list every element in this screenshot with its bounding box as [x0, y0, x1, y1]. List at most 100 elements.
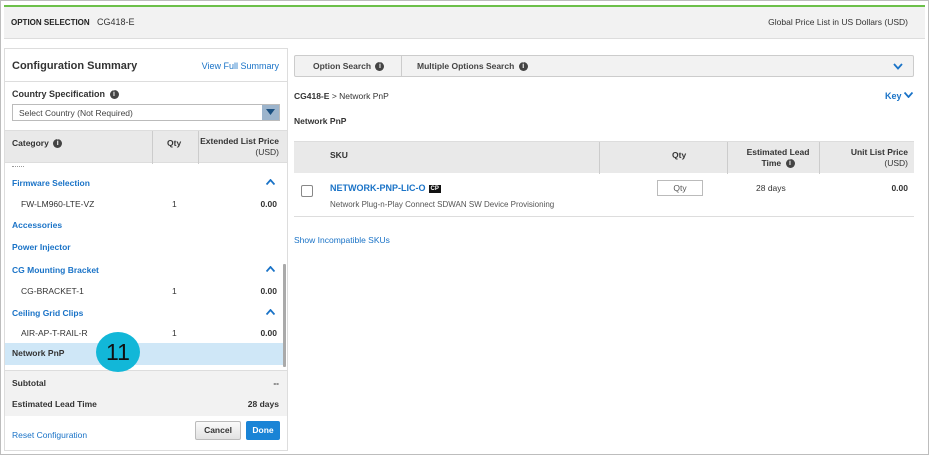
cancel-button[interactable]: Cancel [195, 421, 241, 440]
sku-description: Network Plug-n-Play Connect SDWAN SW Dev… [330, 200, 555, 209]
option-search-panel: Option Search i Multiple Options Search … [294, 55, 915, 445]
unit-price-column-header: Unit List Price (USD) [851, 147, 908, 169]
done-button[interactable]: Done [246, 421, 280, 440]
info-icon[interactable]: i [375, 62, 385, 72]
column-divider [727, 142, 728, 174]
divider [5, 81, 287, 82]
tab-divider [401, 56, 402, 76]
item-row: CG-BRACKET-1 1 0.00 [5, 281, 285, 301]
subtotal-value: -- [273, 378, 279, 388]
column-divider [198, 131, 199, 164]
chevron-down-icon[interactable] [893, 62, 903, 72]
sku-table-header: SKU Qty Estimated Lead Time i Unit List … [294, 141, 914, 174]
column-divider [819, 142, 820, 174]
unit-price-value: 0.00 [891, 183, 908, 193]
lead-time-column-header: Estimated Lead Time i [740, 147, 816, 169]
item-name: FW-LM960-LTE-VZ [21, 199, 95, 209]
header-title: OPTION SELECTION [11, 18, 90, 27]
category-row[interactable]: CG Mounting Bracket [5, 260, 285, 280]
country-select[interactable]: Select Country (Not Required) [12, 104, 280, 121]
item-qty: 1 [172, 286, 177, 296]
dropdown-arrow-icon[interactable] [262, 105, 279, 120]
column-divider [599, 142, 600, 174]
configuration-summary-title: Configuration Summary [12, 60, 138, 72]
chevron-down-icon [903, 91, 914, 99]
category-row[interactable]: Power Injector [5, 237, 285, 257]
column-divider [152, 131, 153, 164]
item-qty: 1 [172, 199, 177, 209]
category-list: Firmware Selection FW-LM960-LTE-VZ 1 0.0… [5, 163, 287, 370]
clipped-item [12, 163, 24, 167]
sku-link[interactable]: NETWORK-PNP-LIC-O CP [330, 183, 441, 193]
lead-time-column-label: Estimated Lead Time [746, 147, 810, 168]
price-list-label: Global Price List in US Dollars (USD) [768, 17, 908, 27]
category-column-header: Category i [12, 138, 63, 149]
lead-time-value: 28 days [756, 183, 786, 193]
search-tabs: Option Search i Multiple Options Search … [294, 55, 914, 77]
tab-label: Multiple Options Search [417, 61, 515, 71]
qty-column-header: Qty [167, 138, 182, 148]
item-name: AIR-AP-T-RAIL-R [21, 328, 88, 338]
chevron-up-icon[interactable] [265, 264, 276, 274]
country-select-value: Select Country (Not Required) [19, 108, 133, 118]
option-selection-header: OPTION SELECTION CG418-E Global Price Li… [4, 7, 925, 39]
breadcrumb-separator: > [331, 91, 337, 101]
key-label: Key [884, 91, 902, 101]
country-specification-text: Country Specification [12, 89, 106, 99]
category-name[interactable]: Network PnP [12, 348, 64, 358]
category-table-header: Category i Qty Extended List Price (USD) [5, 130, 287, 164]
item-price: 0.00 [260, 286, 277, 296]
category-row-selected[interactable]: Network PnP [5, 343, 285, 365]
item-row: FW-LM960-LTE-VZ 1 0.00 [5, 194, 285, 214]
chevron-up-icon[interactable] [265, 177, 276, 187]
configuration-summary-panel: Configuration Summary View Full Summary … [4, 48, 288, 451]
sku-column-header: SKU [330, 150, 348, 160]
info-icon[interactable]: i [53, 139, 63, 149]
show-incompatible-skus-link[interactable]: Show Incompatible SKUs [294, 235, 390, 245]
category-name[interactable]: Accessories [12, 220, 62, 230]
breadcrumb-root[interactable]: CG418-E [294, 91, 329, 101]
sku-name: NETWORK-PNP-LIC-O [330, 183, 426, 193]
breadcrumb: CG418-E > Network PnP [294, 91, 389, 101]
category-name[interactable]: Power Injector [12, 242, 71, 252]
item-price: 0.00 [260, 199, 277, 209]
section-title: Network PnP [294, 116, 347, 126]
breadcrumb-current: Network PnP [339, 91, 389, 101]
qty-input[interactable]: Qty [657, 180, 703, 196]
category-column-label: Category [12, 138, 49, 148]
table-row: NETWORK-PNP-LIC-O CP Network Plug-n-Play … [294, 173, 914, 217]
price-column-unit: (USD) [255, 147, 279, 157]
qty-column-header: Qty [672, 150, 687, 160]
category-row[interactable]: Firmware Selection [5, 173, 285, 193]
price-column-label: Extended List Price [200, 136, 279, 146]
unit-price-column-unit: (USD) [884, 158, 908, 168]
step-callout-badge: 11 [96, 332, 140, 372]
scrollbar[interactable] [283, 264, 286, 367]
unit-price-column-label: Unit List Price [850, 147, 908, 157]
category-name[interactable]: Firmware Selection [12, 178, 90, 188]
info-icon[interactable]: i [785, 159, 795, 169]
key-link[interactable]: Key [884, 91, 914, 101]
lead-time-label: Estimated Lead Time [12, 399, 97, 409]
category-name[interactable]: Ceiling Grid Clips [12, 308, 83, 318]
item-qty: 1 [172, 328, 177, 338]
category-row[interactable]: Ceiling Grid Clips [5, 303, 285, 323]
info-icon[interactable]: i [109, 90, 119, 100]
tab-label: Option Search [313, 61, 372, 71]
tab-multiple-options-search[interactable]: Multiple Options Search i [417, 56, 528, 76]
chevron-up-icon[interactable] [265, 307, 276, 317]
category-row[interactable]: Accessories [5, 215, 285, 235]
summary-totals: Subtotal -- Estimated Lead Time 28 days [5, 370, 287, 416]
reset-configuration-link[interactable]: Reset Configuration [12, 430, 87, 440]
lead-time-value: 28 days [247, 399, 279, 409]
category-name[interactable]: CG Mounting Bracket [12, 265, 99, 275]
tab-option-search[interactable]: Option Search i [313, 56, 385, 76]
view-full-summary-link[interactable]: View Full Summary [202, 61, 279, 71]
item-price: 0.00 [260, 328, 277, 338]
price-column-header: Extended List Price (USD) [200, 136, 279, 158]
cp-badge: CP [428, 185, 441, 193]
info-icon[interactable]: i [518, 62, 528, 72]
item-name: CG-BRACKET-1 [21, 286, 84, 296]
subtotal-label: Subtotal [12, 378, 46, 388]
sku-checkbox[interactable] [301, 185, 313, 197]
